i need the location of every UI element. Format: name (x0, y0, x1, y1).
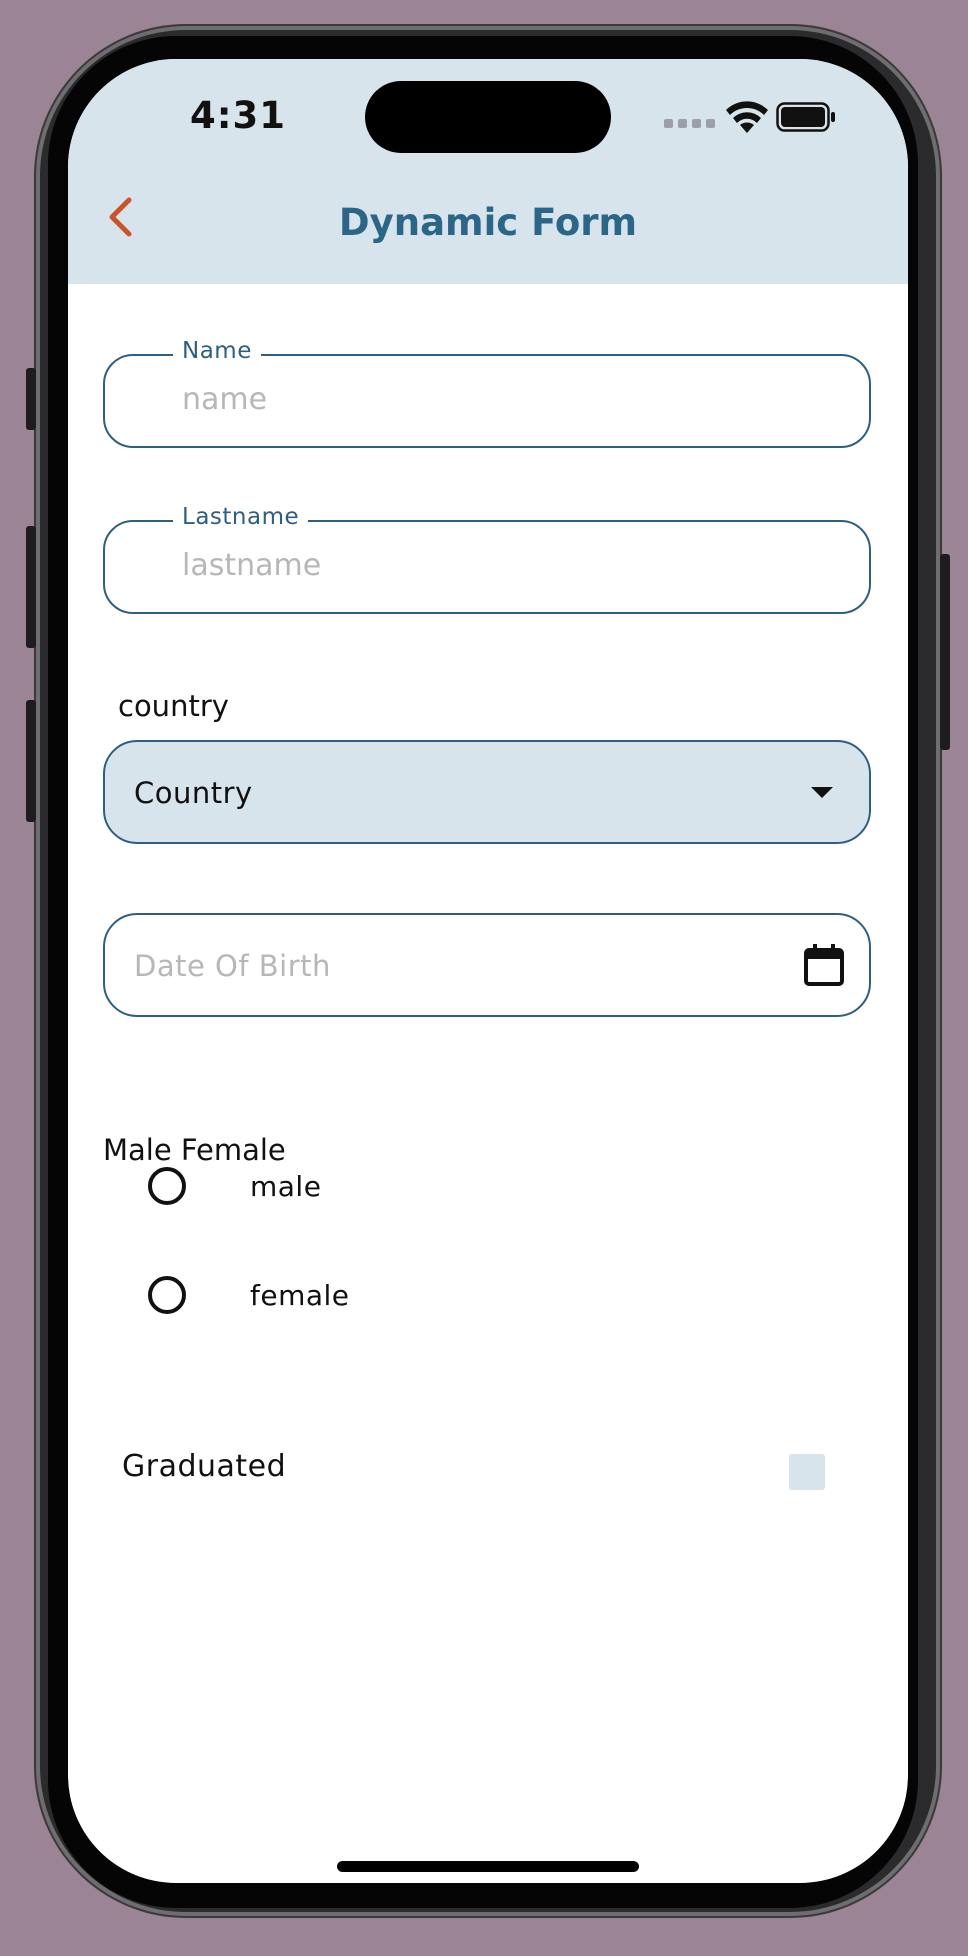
lastname-field[interactable]: Lastname (103, 504, 871, 614)
home-indicator (337, 1861, 639, 1872)
country-section-label: country (118, 689, 229, 723)
radio-option-label: male (250, 1169, 322, 1203)
radio-button-icon[interactable] (148, 1167, 186, 1205)
power-button (940, 554, 950, 750)
silent-switch (26, 368, 36, 430)
radio-option-label: female (250, 1278, 350, 1312)
gender-section-label: Male Female (103, 1133, 286, 1167)
country-dropdown[interactable]: Country (103, 740, 871, 844)
date-of-birth-field[interactable] (103, 913, 871, 1017)
volume-down-button (26, 700, 36, 822)
name-field[interactable]: Name (103, 338, 871, 448)
radio-option-male[interactable]: male (148, 1156, 321, 1216)
app-bar: 4:31 Dynamic Form (68, 59, 908, 284)
volume-up-button (26, 526, 36, 648)
lastname-field-label: Lastname (173, 504, 309, 530)
name-field-label: Name (173, 338, 261, 364)
wifi-icon (726, 101, 768, 133)
lastname-input[interactable] (182, 548, 782, 583)
name-input[interactable] (182, 382, 782, 417)
battery-icon (776, 102, 835, 132)
country-selected-value: Country (134, 776, 253, 810)
graduated-checkbox[interactable] (789, 1454, 825, 1490)
status-time: 4:31 (190, 94, 287, 137)
graduated-label: Graduated (122, 1449, 287, 1484)
page-title: Dynamic Form (338, 201, 638, 244)
radio-button-icon[interactable] (148, 1276, 186, 1314)
cellular-signal-icon (664, 119, 715, 128)
dynamic-island (365, 81, 611, 153)
radio-option-female[interactable]: female (148, 1265, 349, 1325)
calendar-icon[interactable] (801, 942, 847, 988)
caret-down-icon (811, 787, 833, 798)
phone-screen: 4:31 Dynamic Form Name Lastname (68, 59, 908, 1883)
date-of-birth-input[interactable] (134, 949, 734, 983)
